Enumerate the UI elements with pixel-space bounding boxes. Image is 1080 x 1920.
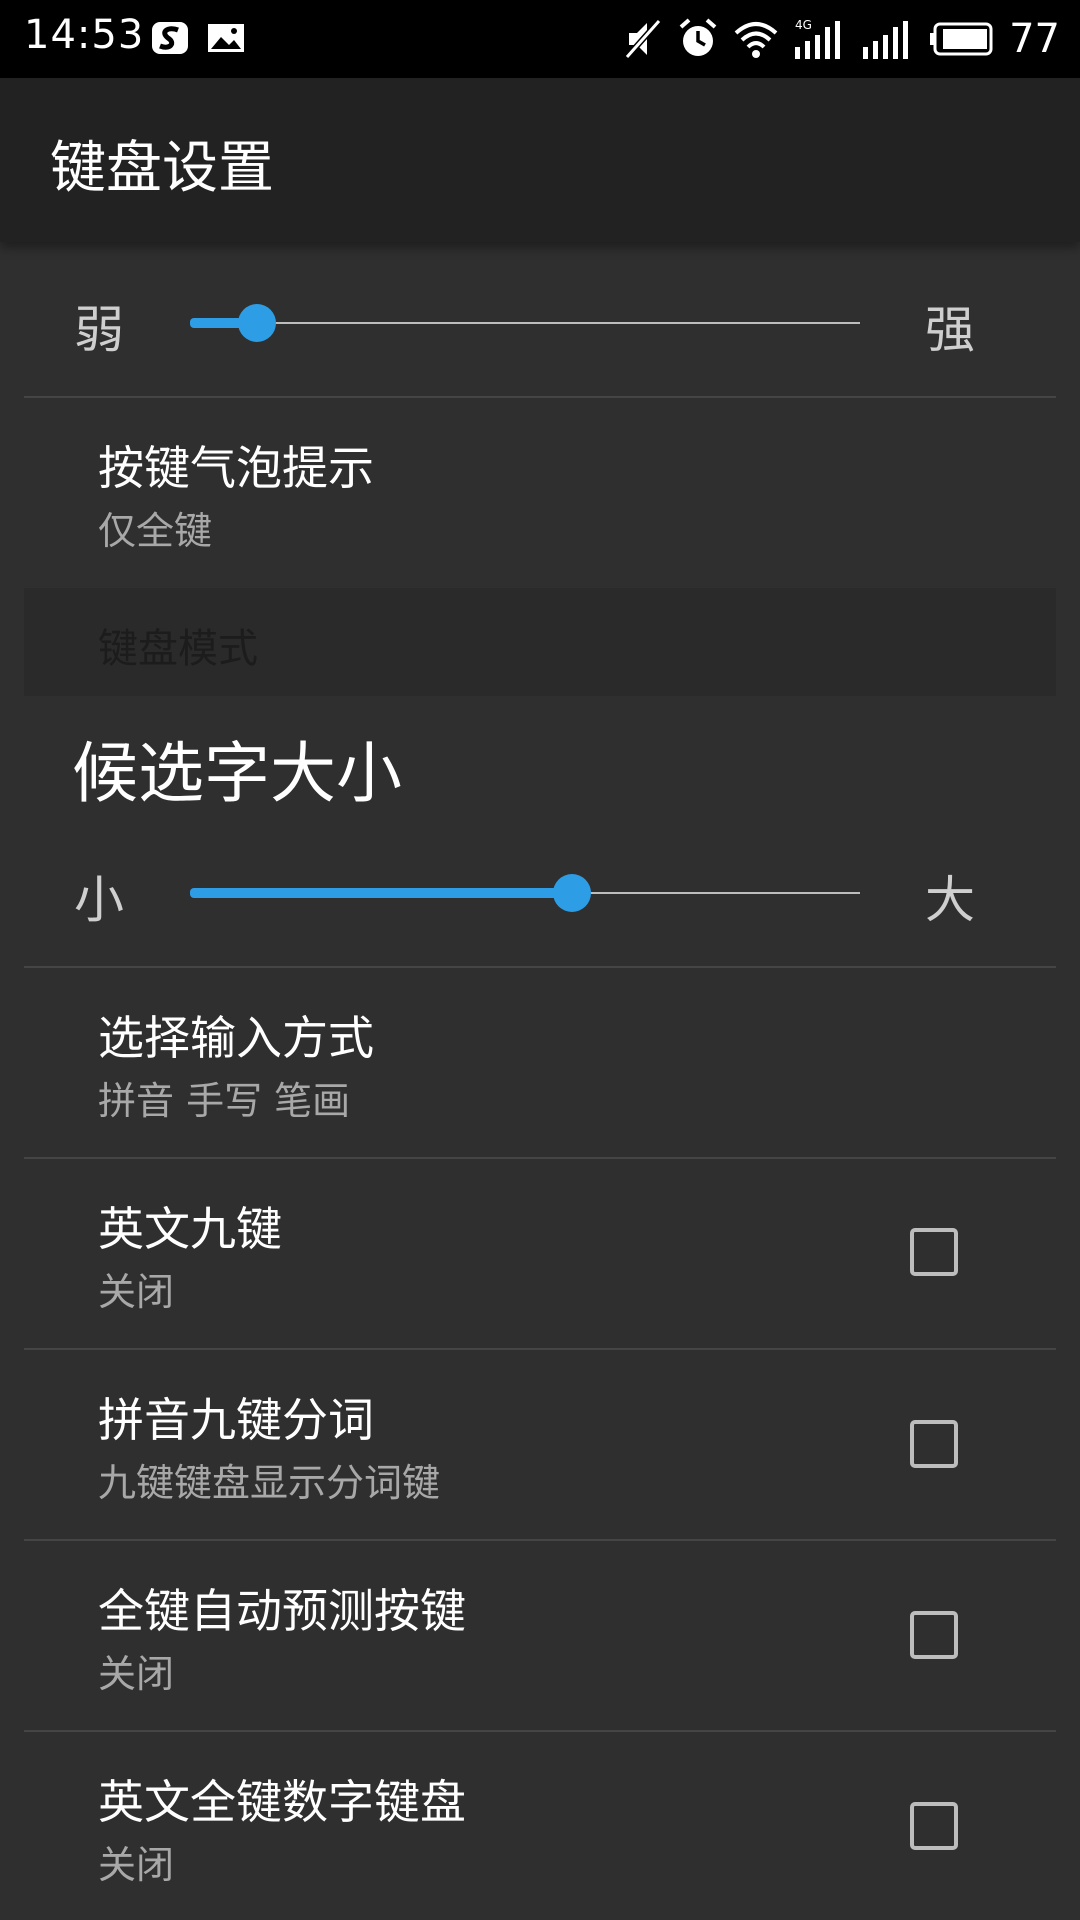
- checkbox[interactable]: [910, 1611, 958, 1659]
- signal-icon: [863, 21, 909, 59]
- divider: [24, 1157, 1056, 1159]
- pref-summary: 关闭: [98, 1843, 175, 1887]
- pref-title: 拼音九键分词: [98, 1393, 374, 1447]
- checkbox[interactable]: [910, 1802, 958, 1850]
- wifi-icon: [734, 22, 778, 58]
- alarm-icon: [679, 18, 717, 56]
- strength-slider-row: 弱 强: [0, 272, 1080, 372]
- mute-icon: [624, 19, 662, 59]
- candidate-size-slider-row: 小 大: [0, 842, 1080, 942]
- pref-title: 英文全键数字键盘: [98, 1775, 466, 1829]
- status-icons: 4G 77: [623, 12, 1060, 66]
- svg-text:4G: 4G: [795, 18, 812, 32]
- 4g-signal-icon: 4G: [795, 18, 841, 59]
- slider-track[interactable]: [190, 322, 860, 324]
- candidate-size-heading: 候选字大小: [72, 735, 402, 812]
- pref-title: 全键自动预测按键: [98, 1584, 466, 1638]
- gallery-icon: [208, 24, 244, 52]
- pref-title: 选择输入方式: [98, 1011, 374, 1065]
- status-bar: 14:53 4G 77: [0, 0, 1080, 78]
- battery-icon: [930, 22, 993, 56]
- pref-summary: 关闭: [98, 1652, 175, 1696]
- slider-max-label: 强: [925, 301, 975, 359]
- checkbox[interactable]: [910, 1228, 958, 1276]
- divider: [24, 396, 1056, 398]
- pref-summary: 九键键盘显示分词键: [98, 1461, 441, 1505]
- slider-fill: [190, 888, 572, 898]
- pref-title: 按键气泡提示: [98, 441, 374, 495]
- slider-thumb[interactable]: [552, 874, 591, 912]
- section-label: 键盘模式: [98, 626, 258, 672]
- slider-thumb[interactable]: [238, 304, 276, 342]
- divider: [24, 966, 1056, 968]
- status-time: 14:53: [24, 12, 145, 58]
- slider-min-label: 弱: [74, 301, 124, 359]
- app-bar: 键盘设置: [0, 78, 1080, 242]
- sogou-app-icon: [152, 22, 188, 54]
- slider-max-label: 大: [925, 871, 975, 929]
- battery-level: 77: [1009, 16, 1060, 62]
- divider: [24, 1539, 1056, 1541]
- pref-summary: 仅全键: [98, 509, 213, 553]
- pref-summary: 拼音 手写 笔画: [98, 1079, 351, 1123]
- slider-min-label: 小: [74, 871, 124, 929]
- page-title: 键盘设置: [50, 136, 274, 201]
- divider: [24, 1730, 1056, 1732]
- checkbox[interactable]: [910, 1420, 958, 1468]
- section-header: 键盘模式: [24, 588, 1056, 696]
- pref-summary: 关闭: [98, 1270, 175, 1314]
- divider: [24, 1348, 1056, 1350]
- pref-title: 英文九键: [98, 1202, 282, 1256]
